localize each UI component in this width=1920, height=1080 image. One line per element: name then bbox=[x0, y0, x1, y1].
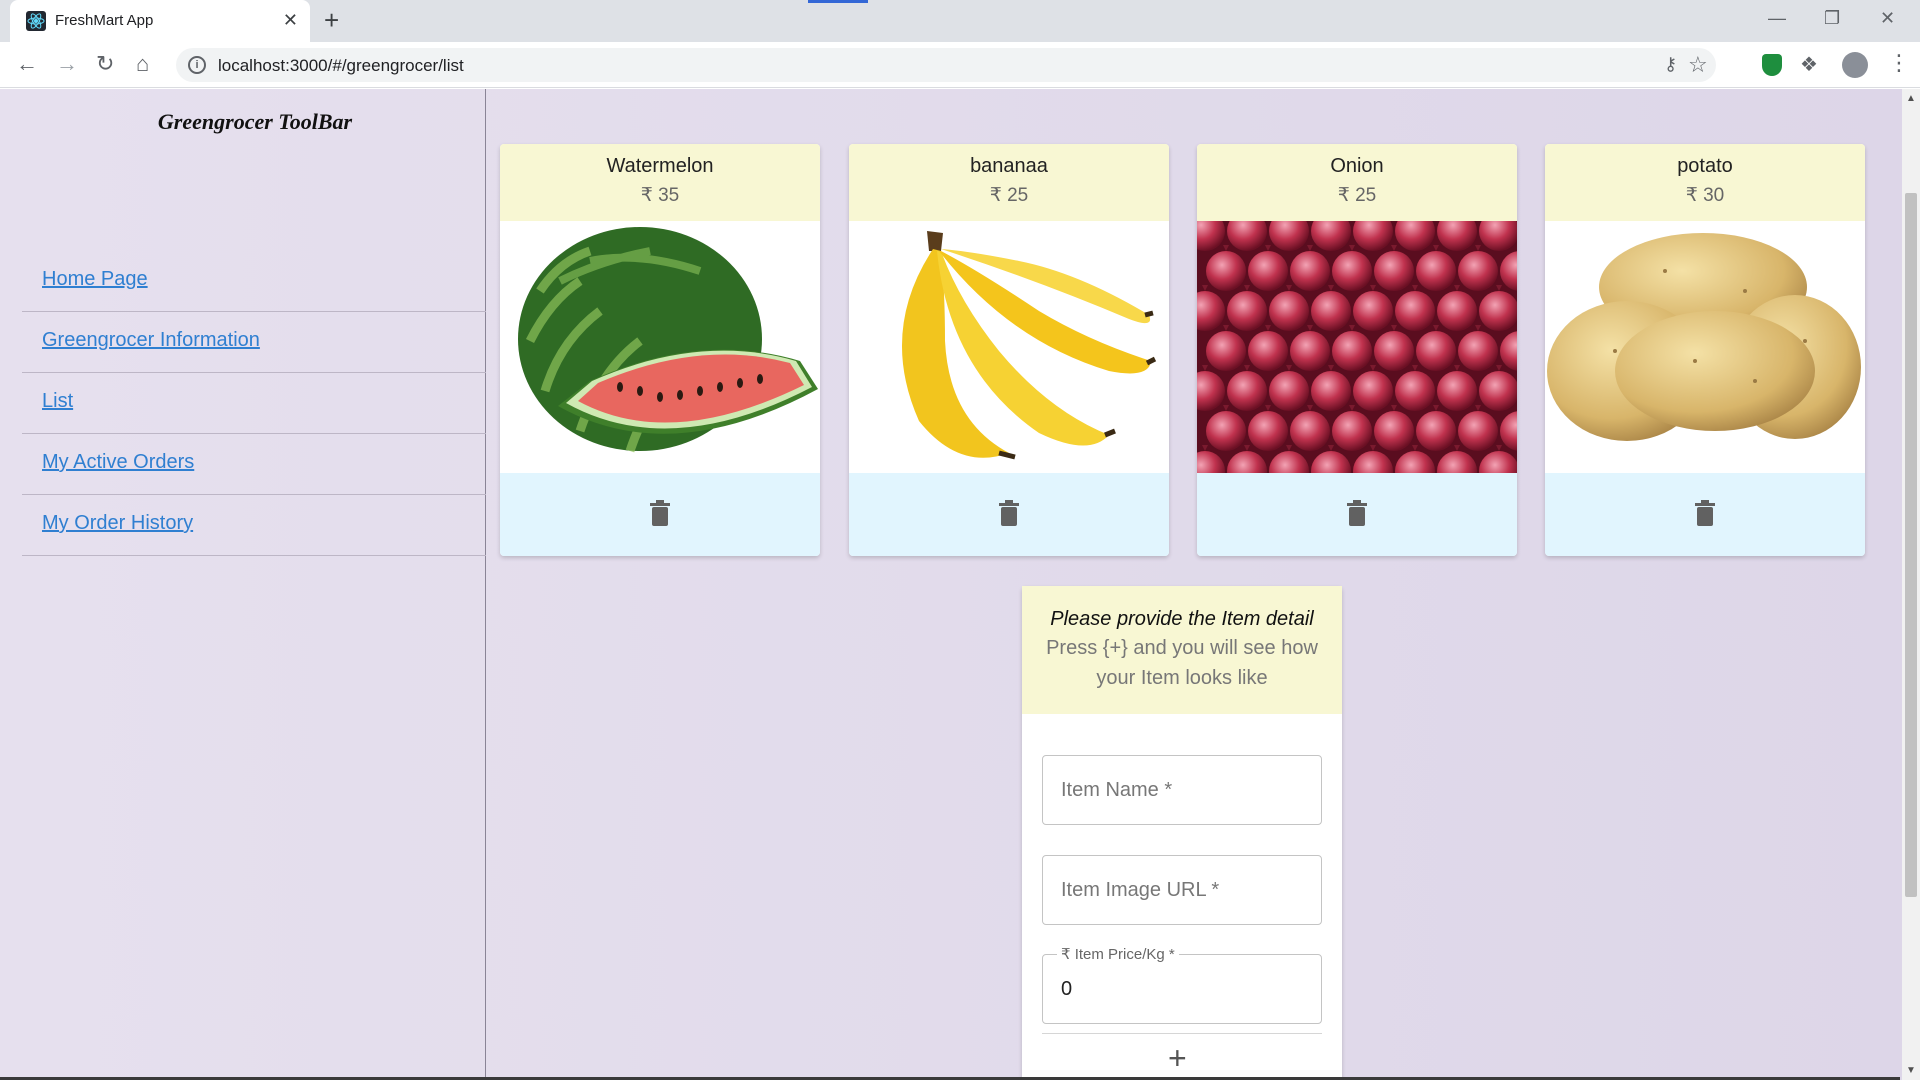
star-icon[interactable]: ☆ bbox=[1688, 52, 1708, 78]
card-footer bbox=[1545, 473, 1865, 556]
sidebar-item-greengrocer-information[interactable]: Greengrocer Information bbox=[22, 312, 486, 373]
card-header: Onion ₹ 25 bbox=[1197, 144, 1517, 221]
product-price: ₹ 35 bbox=[640, 185, 680, 206]
product-price: ₹ 25 bbox=[989, 185, 1029, 206]
item-price-field[interactable]: ₹ Item Price/Kg * bbox=[1042, 945, 1322, 1024]
form-divider bbox=[1042, 1033, 1322, 1034]
reload-icon[interactable]: ↻ bbox=[96, 51, 114, 77]
item-price-label: ₹ Item Price/Kg * bbox=[1057, 945, 1179, 963]
forward-arrow-icon[interactable]: → bbox=[56, 51, 78, 77]
scrollbar-thumb[interactable] bbox=[1905, 193, 1917, 897]
card-footer bbox=[849, 473, 1169, 556]
puzzle-icon[interactable]: ❖ bbox=[1800, 52, 1818, 77]
sidebar-nav: Home Page Greengrocer Information List M… bbox=[22, 251, 486, 556]
product-price: ₹ 30 bbox=[1685, 185, 1725, 206]
close-window-icon[interactable]: ✕ bbox=[1880, 8, 1895, 29]
product-card: bananaa ₹ 25 bbox=[849, 144, 1169, 556]
app-viewport: Greengrocer ToolBar Home Page Greengroce… bbox=[0, 89, 1920, 1080]
banana-image bbox=[849, 221, 1169, 473]
form-subtext: Press {+} and you will see how your Item… bbox=[1046, 637, 1318, 689]
url-text[interactable]: localhost:3000/#/greengrocer/list bbox=[218, 56, 464, 76]
product-card: potato ₹ 30 bbox=[1545, 144, 1865, 556]
product-name: Watermelon bbox=[606, 155, 714, 177]
trash-icon[interactable] bbox=[1347, 500, 1367, 526]
product-card: Watermelon ₹ 35 bbox=[500, 144, 820, 556]
page-scrollbar[interactable]: ▲ ▼ bbox=[1902, 89, 1920, 1080]
react-favicon-icon bbox=[26, 11, 46, 31]
onion-image bbox=[1197, 221, 1517, 473]
card-header: Watermelon ₹ 35 bbox=[500, 144, 820, 221]
profile-avatar[interactable] bbox=[1842, 52, 1868, 78]
minimize-window-icon[interactable]: — bbox=[1768, 8, 1786, 29]
sidebar-item-my-active-orders[interactable]: My Active Orders bbox=[22, 434, 486, 495]
card-footer bbox=[1197, 473, 1517, 556]
sidebar-item-list[interactable]: List bbox=[22, 373, 486, 434]
close-tab-icon[interactable]: ✕ bbox=[283, 9, 298, 31]
potato-image bbox=[1545, 221, 1865, 473]
trash-icon[interactable] bbox=[650, 500, 670, 526]
item-price-input[interactable] bbox=[1043, 955, 1321, 1023]
product-name: bananaa bbox=[970, 155, 1048, 177]
back-arrow-icon[interactable]: ← bbox=[16, 51, 38, 77]
add-item-plus-icon[interactable]: + bbox=[1168, 1042, 1187, 1074]
scroll-down-icon[interactable]: ▼ bbox=[1906, 1065, 1916, 1076]
card-header: potato ₹ 30 bbox=[1545, 144, 1865, 221]
product-name: potato bbox=[1677, 155, 1733, 177]
add-item-form: Please provide the Item detail Press {+}… bbox=[1022, 586, 1342, 1080]
item-name-input[interactable] bbox=[1043, 756, 1321, 824]
sidebar-title: Greengrocer ToolBar bbox=[157, 109, 353, 134]
restore-window-icon[interactable]: ❐ bbox=[1824, 8, 1840, 29]
form-heading: Please provide the Item detail bbox=[1050, 608, 1314, 630]
browser-tab[interactable]: FreshMart App ✕ bbox=[10, 0, 310, 42]
key-icon[interactable]: ⚷ bbox=[1664, 54, 1677, 75]
watermelon-image bbox=[500, 221, 820, 473]
card-footer bbox=[500, 473, 820, 556]
item-image-url-field[interactable] bbox=[1042, 855, 1322, 925]
new-tab-button[interactable]: + bbox=[324, 7, 339, 33]
sidebar-item-my-order-history[interactable]: My Order History bbox=[22, 495, 486, 556]
browser-tab-bar: FreshMart App ✕ + — ❐ ✕ bbox=[0, 0, 1920, 42]
product-name: Onion bbox=[1330, 155, 1384, 177]
card-header: bananaa ₹ 25 bbox=[849, 144, 1169, 221]
info-icon[interactable]: i bbox=[188, 56, 206, 74]
shield-extension-icon[interactable] bbox=[1762, 54, 1782, 76]
item-image-url-input[interactable] bbox=[1043, 856, 1321, 924]
form-header: Please provide the Item detail Press {+}… bbox=[1022, 586, 1342, 714]
scroll-up-icon[interactable]: ▲ bbox=[1906, 93, 1916, 104]
trash-icon[interactable] bbox=[999, 500, 1019, 526]
sidebar: Greengrocer ToolBar Home Page Greengroce… bbox=[0, 89, 486, 1080]
address-bar[interactable]: i localhost:3000/#/greengrocer/list ⚷ ☆ bbox=[176, 48, 1716, 82]
menu-dots-icon[interactable]: ⋮ bbox=[1888, 50, 1910, 76]
tab-title: FreshMart App bbox=[55, 12, 154, 29]
browser-toolbar: ← → ↻ ⌂ i localhost:3000/#/greengrocer/l… bbox=[0, 42, 1920, 88]
trash-icon[interactable] bbox=[1695, 500, 1715, 526]
sidebar-item-home-page[interactable]: Home Page bbox=[22, 251, 486, 312]
product-price: ₹ 25 bbox=[1337, 185, 1377, 206]
home-icon[interactable]: ⌂ bbox=[136, 51, 149, 77]
item-name-field[interactable] bbox=[1042, 755, 1322, 825]
tab-strip-indicator bbox=[808, 0, 868, 3]
product-card: Onion ₹ 25 bbox=[1197, 144, 1517, 556]
